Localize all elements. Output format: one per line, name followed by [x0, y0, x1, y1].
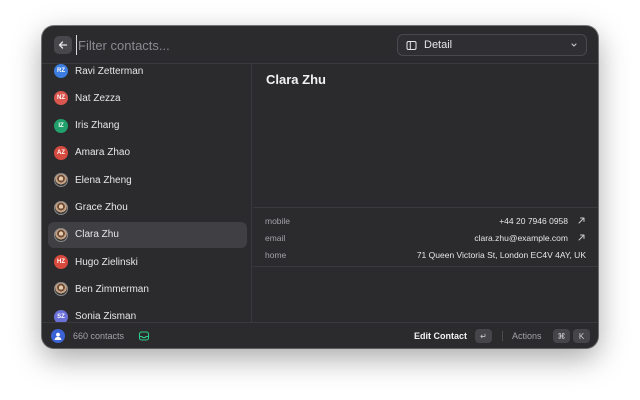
- contact-name: Nat Zezza: [75, 92, 121, 104]
- contact-list-item[interactable]: IZ Iris Zhang: [48, 113, 247, 139]
- detail-field-email: email clara.zhu@example.com: [253, 229, 598, 246]
- contact-count: 660 contacts: [73, 331, 125, 341]
- footer-divider: [502, 331, 503, 341]
- field-label: home: [265, 249, 287, 260]
- edit-contact-action[interactable]: Edit Contact: [414, 331, 467, 341]
- contact-avatar: IZ: [54, 118, 68, 133]
- view-select-label: Detail: [424, 39, 453, 51]
- detail-fields: mobile +44 20 7946 0958 email clara.zhu@exa…: [253, 207, 598, 267]
- sidebar-layout-icon: [406, 40, 417, 50]
- contact-avatar: [54, 282, 68, 297]
- contact-avatar: [54, 173, 68, 188]
- back-button[interactable]: [54, 36, 72, 54]
- view-select[interactable]: Detail: [397, 34, 587, 56]
- contact-avatar: NZ: [54, 91, 68, 106]
- contact-list-item[interactable]: SZ Sonia Zisman: [48, 304, 247, 322]
- contact-avatar: [54, 200, 68, 215]
- contacts-window: Detail RZ Ravi Zetterman NZ Nat Zezza IZ Iris…: [42, 26, 598, 348]
- contact-avatar: AZ: [54, 145, 68, 160]
- detail-field-mobile: mobile +44 20 7946 0958: [253, 212, 598, 229]
- inbox-icon[interactable]: [138, 330, 150, 342]
- contact-name: Clara Zhu: [75, 229, 119, 241]
- contact-name: Grace Zhou: [75, 202, 128, 213]
- contact-name: Elena Zheng: [75, 174, 132, 186]
- contact-list-item[interactable]: NZ Nat Zezza: [48, 85, 247, 111]
- arrow-up-right-icon[interactable]: [577, 233, 586, 242]
- k-key-hint: K: [573, 329, 590, 343]
- contact-name: Ben Zimmerman: [75, 283, 149, 295]
- field-value[interactable]: +44 20 7946 0958: [325, 216, 568, 226]
- contact-avatar: SZ: [54, 309, 68, 322]
- contact-detail: Clara Zhu mobile +44 20 7946 0958 email cla…: [253, 64, 598, 322]
- contact-name: Amara Zhao: [75, 147, 131, 159]
- contact-list-item[interactable]: AZ Amara Zhao: [48, 140, 247, 166]
- field-value[interactable]: clara.zhu@example.com: [325, 233, 568, 243]
- field-label: mobile: [265, 215, 291, 226]
- contact-list-item[interactable]: HZ Hugo Zielinski: [48, 249, 247, 275]
- user-avatar[interactable]: [51, 329, 65, 343]
- search-input[interactable]: [76, 35, 376, 55]
- detail-field-home: home 71 Queen Victoria St, London EC4V 4A…: [253, 246, 598, 263]
- detail-contact-name: Clara Zhu: [266, 72, 326, 87]
- arrow-up-right-icon[interactable]: [577, 216, 586, 225]
- contact-list-item[interactable]: Grace Zhou: [48, 195, 247, 221]
- enter-key-hint: ↵: [475, 329, 492, 343]
- command-key-hint: ⌘: [553, 329, 570, 343]
- fields-divider: [253, 266, 598, 267]
- contact-name: Iris Zhang: [75, 120, 120, 132]
- contact-list-item[interactable]: RZ Ravi Zetterman: [48, 64, 247, 84]
- field-label: email: [265, 232, 286, 243]
- contact-list: RZ Ravi Zetterman NZ Nat Zezza IZ Iris Zhang A…: [42, 64, 252, 322]
- person-icon: [54, 332, 62, 340]
- contact-name: Ravi Zetterman: [75, 65, 144, 77]
- chevron-down-icon: [571, 43, 577, 47]
- contact-name: Sonia Zisman: [75, 311, 137, 322]
- arrow-left-icon: [58, 41, 68, 49]
- contact-list-item[interactable]: Ben Zimmerman: [48, 276, 247, 302]
- contact-list-item[interactable]: Clara Zhu: [48, 221, 247, 248]
- contact-list-item[interactable]: Elena Zheng: [48, 167, 247, 193]
- contact-avatar: HZ: [54, 255, 68, 270]
- header-bar: Detail: [42, 26, 598, 64]
- contact-avatar: [54, 227, 68, 242]
- actions-button[interactable]: Actions: [512, 331, 542, 341]
- contact-name: Hugo Zielinski: [75, 256, 138, 268]
- footer-bar: 660 contacts Edit Contact ↵ Actions ⌘ K: [42, 322, 598, 348]
- field-value[interactable]: 71 Queen Victoria St, London EC4V 4AY, U…: [325, 250, 586, 260]
- contact-avatar: RZ: [54, 64, 68, 78]
